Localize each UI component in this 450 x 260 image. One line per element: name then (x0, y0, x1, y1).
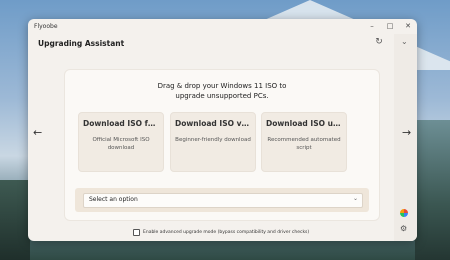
option-title: Download ISO via... (175, 119, 251, 128)
option-card-beginner[interactable]: Download ISO via... Beginner-friendly do… (170, 112, 256, 172)
copilot-icon[interactable] (400, 209, 408, 217)
option-select[interactable]: Select an option ⌄ (83, 193, 363, 208)
chevron-down-icon[interactable]: ⌄ (401, 37, 408, 47)
option-description: Recommended automated script (267, 137, 341, 151)
arrow-right-icon[interactable]: → (402, 127, 411, 139)
instructions-line-2: upgrade unsupported PCs. (175, 92, 269, 100)
settings-icon[interactable]: ⚙ (400, 225, 407, 233)
chevron-down-icon: ⌄ (352, 195, 358, 202)
minimize-icon[interactable]: – (363, 19, 381, 34)
close-icon[interactable]: ✕ (399, 19, 417, 34)
advanced-mode-row[interactable]: Enable advanced upgrade mode (bypass com… (133, 229, 309, 236)
desktop-trees-right (415, 120, 450, 260)
arrow-left-icon[interactable]: ← (33, 127, 42, 139)
option-title: Download ISO usi... (266, 119, 342, 128)
option-title: Download ISO fro... (83, 119, 159, 128)
instructions-text: Drag & drop your Windows 11 ISO to upgra… (65, 81, 379, 101)
select-value: Select an option (89, 196, 138, 203)
refresh-icon[interactable]: ↻ (374, 37, 384, 47)
option-card-official[interactable]: Download ISO fro... Official Microsoft I… (78, 112, 164, 172)
advanced-mode-label: Enable advanced upgrade mode (bypass com… (143, 230, 310, 235)
option-description: Beginner-friendly download (175, 137, 251, 143)
page-title: Upgrading Assistant (38, 39, 125, 48)
maximize-icon[interactable]: □ (381, 19, 399, 34)
iso-drop-panel[interactable]: Drag & drop your Windows 11 ISO to upgra… (64, 69, 380, 221)
title-bar[interactable]: Flyoobe – □ ✕ (28, 19, 417, 34)
option-description: Official Microsoft ISO download (92, 137, 150, 151)
select-strip: Select an option ⌄ (75, 188, 369, 212)
option-card-script[interactable]: Download ISO usi... Recommended automate… (261, 112, 347, 172)
app-title: Flyoobe (34, 23, 58, 30)
desktop-trees-left (0, 180, 30, 260)
app-window: Flyoobe – □ ✕ Upgrading Assistant ↻ ⌄ ⚙ … (28, 19, 417, 241)
advanced-mode-checkbox[interactable] (133, 229, 140, 236)
instructions-line-1: Drag & drop your Windows 11 ISO to (157, 82, 287, 90)
window-controls: – □ ✕ (363, 19, 417, 34)
